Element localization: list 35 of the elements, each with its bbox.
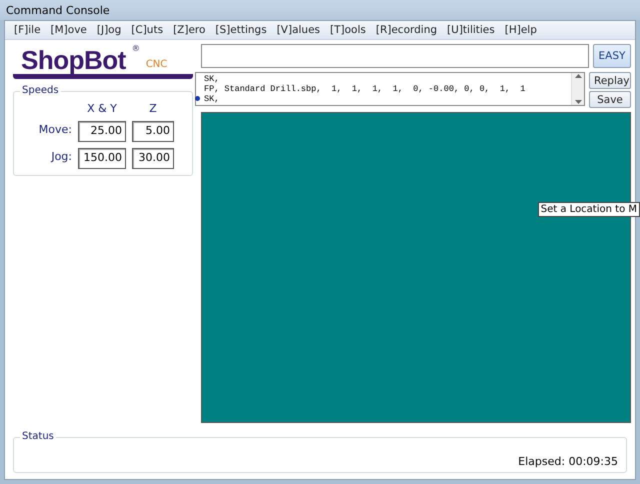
group-title: Status (20, 431, 56, 442)
console-line: SK, (204, 74, 220, 84)
tooltip: Set a Location to M (538, 202, 640, 217)
column-header: Z (148, 102, 158, 115)
scrollbar[interactable] (571, 73, 584, 105)
menu-item[interactable]: [M]ove (46, 24, 92, 36)
speed-field[interactable]: 150.00 (78, 148, 126, 169)
speed-field[interactable]: 25.00 (78, 121, 126, 142)
menu-item[interactable]: [V]alues (272, 24, 325, 36)
speed-field[interactable]: 5.00 (132, 121, 174, 142)
console-line: FP, Standard Drill.sbp, 1, 1, 1, 1, 0, -0.00, 0, 0, 1, 1 (204, 84, 526, 94)
group-title: Speeds (20, 85, 61, 96)
console-button[interactable]: Replay (589, 72, 631, 89)
easy-button[interactable]: EASY (593, 44, 631, 68)
row-label: Jog: (50, 149, 72, 163)
menu-item[interactable]: [J]og (92, 24, 126, 36)
menu-item[interactable]: [C]uts (126, 24, 168, 36)
menu-item[interactable]: [U]tilities (442, 24, 500, 36)
logo: ShopBot ® CNC (13, 44, 193, 79)
menu-item[interactable]: [H]elp (500, 24, 542, 36)
menu-item[interactable]: [R]ecording (370, 24, 442, 36)
window-title: Command Console (6, 4, 110, 16)
scroll-down-icon[interactable] (574, 100, 582, 105)
speed-field[interactable]: 30.00 (132, 148, 174, 169)
console-line: SK, (204, 94, 220, 104)
scroll-up-icon[interactable] (574, 73, 582, 78)
menu-item[interactable]: [T]ools (325, 24, 371, 36)
column-header: X & Y (86, 102, 118, 115)
menu-item[interactable]: [S]ettings (210, 24, 272, 36)
command-field[interactable] (201, 44, 589, 68)
elapsed-time: Elapsed: 00:09:35 (518, 455, 618, 468)
menu-item[interactable]: [Z]ero (168, 24, 210, 36)
row-label: Move: (38, 122, 72, 136)
menu-item[interactable]: [F]ile (9, 24, 46, 36)
console-button[interactable]: Save (589, 91, 631, 108)
